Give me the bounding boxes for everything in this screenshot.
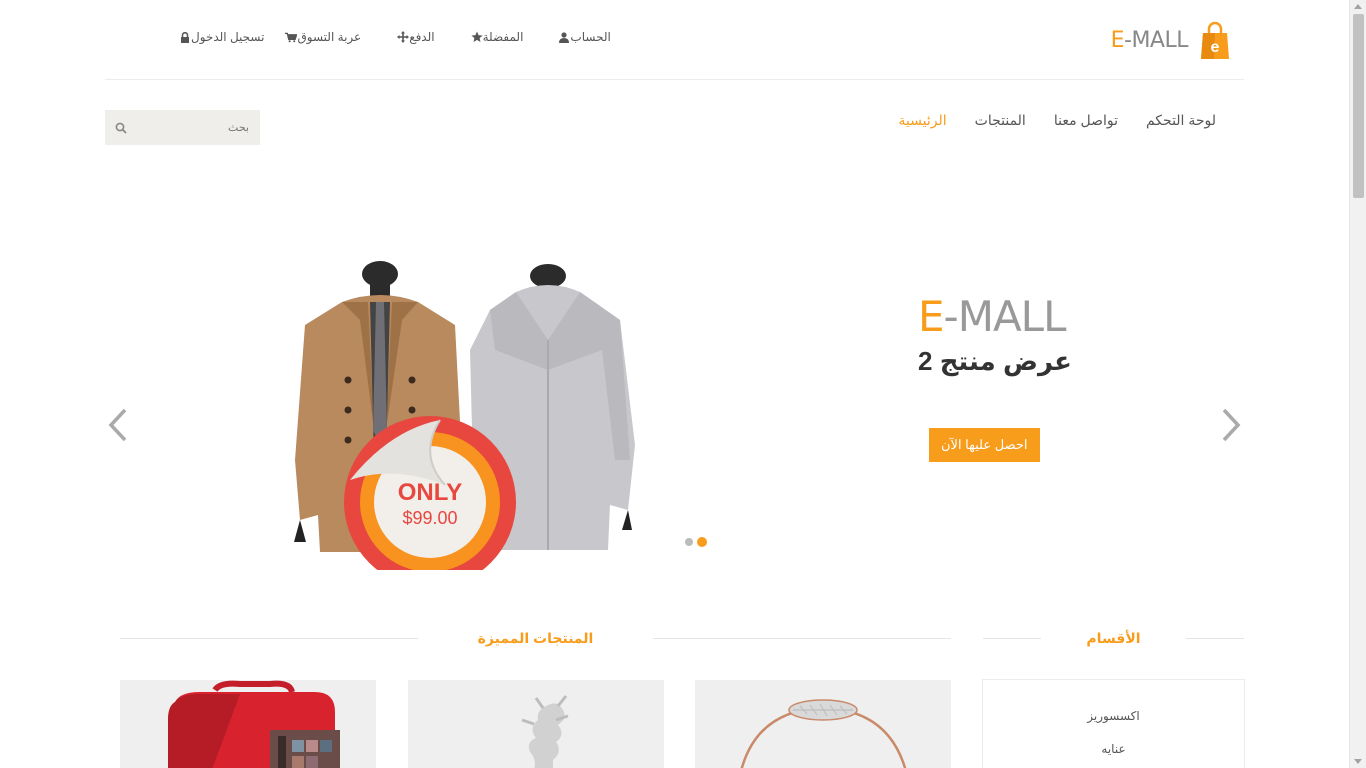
scroll-down-arrow[interactable] bbox=[1354, 759, 1362, 764]
slider-prev-chevron-icon[interactable] bbox=[105, 405, 131, 445]
site-logo[interactable]: E-MALL e bbox=[1111, 20, 1230, 60]
top-header: تسجيل الدخول عربة التسوق الدفع المفضلة ا… bbox=[105, 0, 1244, 80]
nav-contact[interactable]: تواصل معنا bbox=[1054, 110, 1118, 131]
login-link[interactable]: تسجيل الدخول bbox=[173, 30, 264, 44]
checkout-link[interactable]: الدفع bbox=[391, 30, 435, 44]
main-nav: الرئيسية المنتجات تواصل معنا لوحة التحكم bbox=[898, 110, 1216, 131]
svg-text:$99.00: $99.00 bbox=[402, 508, 457, 528]
crosshairs-icon bbox=[397, 31, 410, 43]
category-item-care[interactable]: عنايه bbox=[983, 733, 1244, 766]
categories-heading: الأقسام bbox=[983, 628, 1244, 648]
heading-divider bbox=[120, 637, 418, 639]
categories-list: اكسسوريز عنايه bbox=[982, 679, 1245, 768]
shopping-bag-icon: e bbox=[1200, 20, 1230, 60]
slider-dot-1[interactable] bbox=[685, 538, 693, 546]
page-scrollbar[interactable] bbox=[1349, 0, 1366, 768]
slide-title: عرض منتج 2 bbox=[918, 346, 1072, 376]
product-card-fragrance[interactable] bbox=[408, 680, 664, 768]
splash-image bbox=[521, 695, 569, 768]
nav-dashboard[interactable]: لوحة التحكم bbox=[1146, 110, 1216, 131]
category-item-accessories[interactable]: اكسسوريز bbox=[983, 700, 1244, 733]
cart-icon bbox=[285, 31, 298, 43]
slider-next-chevron-icon[interactable] bbox=[1218, 405, 1244, 445]
slider-dots bbox=[685, 537, 707, 547]
cart-link[interactable]: عربة التسوق bbox=[279, 30, 361, 44]
nav-home[interactable]: الرئيسية bbox=[898, 110, 946, 131]
scroll-thumb[interactable] bbox=[1353, 14, 1364, 198]
slide-brand: E-MALL bbox=[918, 292, 1066, 341]
heading-divider bbox=[653, 637, 952, 639]
wishlist-link[interactable]: المفضلة bbox=[465, 30, 523, 44]
makeup-case-image bbox=[168, 680, 340, 768]
search-icon[interactable] bbox=[105, 111, 137, 144]
product-card-bracelet[interactable] bbox=[695, 680, 951, 768]
logo-text: E-MALL bbox=[1110, 27, 1189, 53]
featured-heading: المنتجات المميزة bbox=[120, 628, 952, 648]
heading-divider bbox=[983, 637, 1042, 639]
bracelet-image bbox=[740, 699, 907, 768]
account-link[interactable]: الحساب bbox=[552, 30, 611, 44]
product-card-makeup-case[interactable] bbox=[120, 680, 376, 768]
hero-slider: ONLY $99.00 E-MALL عرض منتج 2 احصل عليها… bbox=[105, 200, 1244, 588]
top-links: تسجيل الدخول عربة التسوق الدفع المفضلة ا… bbox=[173, 30, 611, 44]
scroll-up-arrow[interactable] bbox=[1354, 4, 1362, 9]
get-it-now-button[interactable]: احصل عليها الآن bbox=[929, 428, 1040, 462]
star-icon bbox=[471, 31, 483, 43]
svg-text:ONLY: ONLY bbox=[398, 479, 462, 506]
lock-icon bbox=[179, 31, 191, 43]
heading-divider bbox=[1185, 637, 1244, 639]
search-box bbox=[105, 110, 260, 145]
search-input[interactable] bbox=[137, 111, 257, 144]
user-icon bbox=[558, 31, 570, 43]
svg-text:e: e bbox=[1211, 39, 1220, 56]
nav-products[interactable]: المنتجات bbox=[975, 110, 1026, 131]
slide-product-image: ONLY $99.00 bbox=[290, 230, 650, 588]
slide-caption: E-MALL عرض منتج 2 احصل عليها الآن bbox=[918, 292, 1158, 462]
slider-dot-2[interactable] bbox=[697, 537, 707, 547]
